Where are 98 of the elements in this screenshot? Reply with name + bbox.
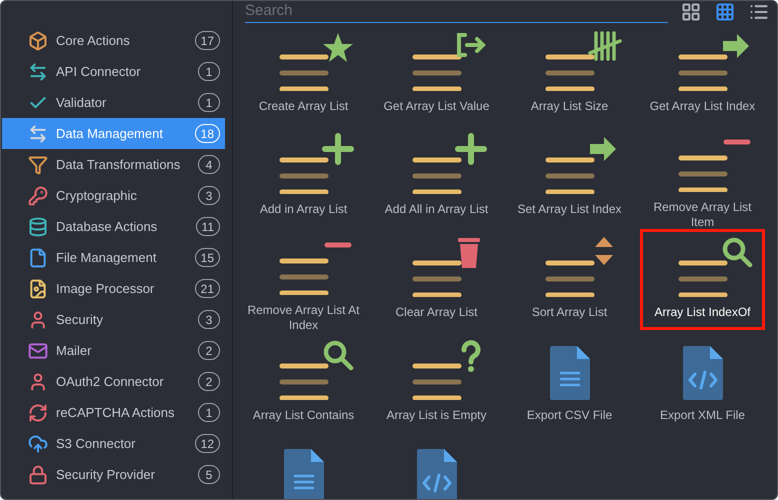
image-file-icon: [28, 278, 48, 298]
sidebar-item-label: reCAPTCHA Actions: [56, 404, 176, 422]
mail-icon: [28, 340, 48, 360]
action-label: Set Array List Index: [517, 202, 622, 217]
sidebar-item-label: Database Actions: [56, 218, 158, 236]
sidebar-item-label: File Management: [56, 248, 158, 267]
person-icon: [28, 310, 48, 330]
funnel-icon: [28, 154, 48, 174]
code-file-icon: [416, 449, 456, 499]
count-badge: 1: [198, 93, 220, 112]
action-label: Export XML File: [660, 408, 745, 423]
action-label: Add in Array List: [260, 202, 348, 217]
sidebar-item[interactable]: Data Transformations 4: [2, 149, 225, 180]
list-view-icon[interactable]: [749, 2, 769, 22]
action-label: Get Array List Index: [650, 99, 756, 114]
action-tile[interactable]: Remove Array List Item: [640, 126, 765, 227]
action-tile[interactable]: Create Array List: [241, 23, 366, 124]
sidebar-item[interactable]: Cryptographic 3: [2, 180, 225, 211]
action-tile[interactable]: Set Array List Index: [507, 126, 632, 227]
action-label: Clear Array List: [395, 305, 478, 320]
action-tile[interactable]: Array List is Empty: [374, 332, 499, 433]
count-badge: 21: [194, 279, 220, 298]
count-badge: 2: [198, 341, 220, 360]
lock-icon: [28, 464, 48, 484]
action-tile[interactable]: Array List Contains: [241, 332, 366, 433]
search-field[interactable]: Search: [245, 1, 668, 23]
sidebar-item[interactable]: File Management 15: [2, 242, 225, 273]
sidebar-item[interactable]: Core Actions 17: [2, 25, 225, 56]
action-tile[interactable]: Array List Size: [507, 23, 632, 124]
database-icon: [28, 216, 48, 236]
sidebar-item-label: Mailer: [56, 342, 92, 360]
small-grid-view-icon[interactable]: [715, 2, 735, 22]
action-label: Create Array List: [258, 99, 348, 114]
action-label: Sort Array List: [532, 305, 608, 320]
file-icon: [28, 248, 48, 268]
sidebar-item[interactable]: API Connector 1: [2, 56, 225, 87]
sidebar-item-label: OAuth2 Connector: [56, 372, 165, 391]
count-badge: 1: [198, 62, 220, 81]
large-grid-view-icon[interactable]: [681, 2, 701, 22]
action-tile[interactable]: Remove Array List At Index: [241, 229, 366, 330]
action-tile[interactable]: Sort Array List: [507, 229, 632, 330]
count-badge: 18: [194, 124, 220, 143]
sidebar-item-label: Cryptographic: [56, 186, 138, 205]
sidebar-item[interactable]: reCAPTCHA Actions 1: [2, 397, 225, 428]
count-badge: 11: [196, 217, 220, 236]
action-label: Array List Size: [530, 99, 608, 114]
sidebar-item[interactable]: Security Provider 5: [2, 459, 225, 490]
sidebar-item-label: Validator: [56, 94, 108, 112]
refresh-icon: [28, 402, 48, 422]
document-icon: [550, 346, 590, 400]
sidebar-item[interactable]: OAuth2 Connector 2: [2, 366, 225, 397]
action-tile[interactable]: Add in Array List: [241, 126, 366, 227]
sidebar-item[interactable]: Validator 1: [2, 87, 225, 118]
sidebar-item[interactable]: Mailer 2: [2, 335, 225, 366]
count-badge: 5: [198, 465, 220, 484]
action-tile[interactable]: Get Array List Index: [640, 23, 765, 124]
count-badge: 17: [194, 31, 220, 50]
cloud-upload-icon: [28, 434, 48, 454]
sidebar-item-label: Data Management: [56, 124, 164, 143]
action-label: Remove Array List At Index: [246, 303, 361, 333]
action-tile[interactable]: Export XML File: [640, 332, 765, 433]
action-tile[interactable]: Array List IndexOf: [640, 229, 765, 330]
action-label: Export CSV File: [526, 408, 612, 423]
action-tile[interactable]: Add All in Array List: [374, 126, 499, 227]
count-badge: 2: [198, 372, 220, 391]
sidebar-item[interactable]: Database Actions 11: [2, 211, 225, 242]
code-file-icon: [682, 346, 722, 400]
action-label: Remove Array List Item: [652, 200, 753, 230]
sidebar-item-label: Security Provider: [56, 466, 156, 484]
sidebar-item-label: Core Actions: [56, 32, 131, 50]
sidebar-item[interactable]: Security 3: [2, 304, 225, 335]
sidebar-item-label: Image Processor: [56, 280, 156, 298]
action-label: Add All in Array List: [384, 202, 488, 217]
count-badge: 3: [198, 186, 220, 205]
action-label: Array List is Empty: [386, 408, 487, 423]
sidebar-item-label: API Connector: [56, 62, 142, 81]
count-badge: 15: [194, 248, 220, 267]
document-icon: [284, 449, 324, 499]
action-label: Array List Contains: [252, 408, 354, 423]
sidebar-item-label: Data Transformations: [56, 156, 182, 174]
action-tile[interactable]: Get Array List Value: [374, 23, 499, 124]
count-badge: 4: [198, 155, 220, 174]
sidebar-item[interactable]: S3 Connector 12: [2, 428, 225, 459]
action-label: Get Array List Value: [384, 99, 490, 114]
box-icon: [28, 30, 48, 50]
action-tile[interactable]: Export CSV File: [507, 332, 632, 433]
key-icon: [28, 186, 48, 206]
action-tile[interactable]: Clear Array List: [374, 229, 499, 330]
count-badge: 1: [198, 403, 220, 422]
person-icon: [28, 372, 48, 392]
arrows-icon: [28, 62, 48, 82]
sidebar-item-label: S3 Connector: [56, 434, 136, 453]
sidebar-item-label: Security: [56, 310, 104, 329]
count-badge: 3: [198, 310, 220, 329]
arrows-icon: [28, 124, 48, 144]
sidebar-item[interactable]: Image Processor 21: [2, 273, 225, 304]
action-label: Array List IndexOf: [654, 305, 751, 320]
count-badge: 12: [194, 434, 220, 453]
